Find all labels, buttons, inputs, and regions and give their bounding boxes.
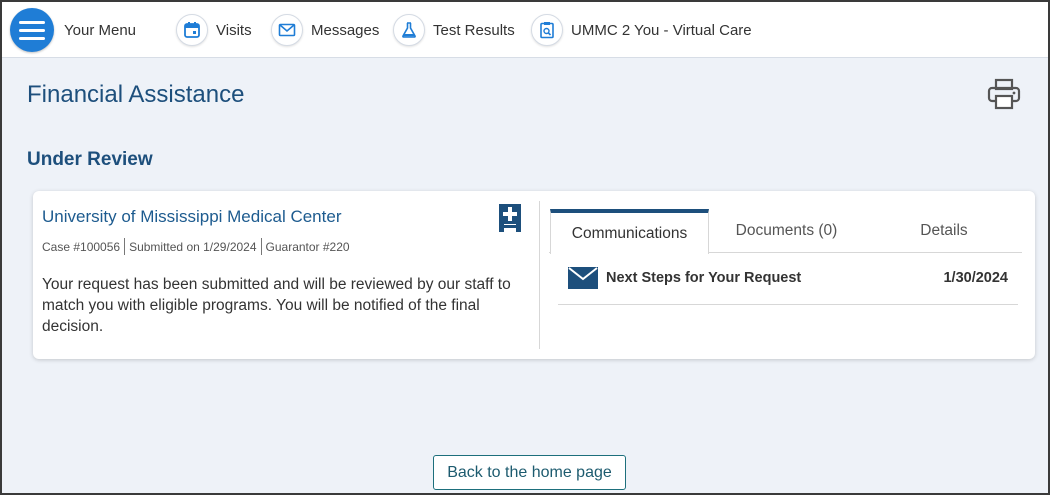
nav-item-label: UMMC 2 You - Virtual Care [571, 21, 752, 39]
tab-documents[interactable]: Documents (0) [719, 209, 854, 253]
nav-item-label: Visits [216, 21, 252, 39]
nav-item-virtual-care[interactable]: UMMC 2 You - Virtual Care [531, 2, 752, 58]
organization-name: University of Mississippi Medical Center [42, 207, 342, 226]
top-nav-bar: Your Menu Visits Messages Test Results U… [2, 2, 1048, 58]
communication-date: 1/30/2024 [943, 270, 1008, 286]
your-menu-label: Your Menu [64, 21, 136, 39]
calendar-icon [176, 14, 208, 46]
tab-details[interactable]: Details [904, 209, 984, 253]
tab-bar: Communications Documents (0) Details [549, 209, 1022, 254]
communication-title: Next Steps for Your Request [606, 270, 802, 286]
envelope-icon [271, 14, 303, 46]
communication-row[interactable]: Next Steps for Your Request 1/30/2024 [558, 261, 1018, 305]
case-description: Your request has been submitted and will… [42, 276, 511, 335]
meta-divider [124, 238, 126, 255]
hamburger-icon [19, 20, 45, 24]
submitted-date: Submitted on 1/29/2024 [129, 239, 257, 254]
hamburger-icon-bar [19, 28, 45, 32]
nav-item-messages[interactable]: Messages [271, 2, 379, 58]
flask-icon [393, 14, 425, 46]
case-meta: Case #100056 Submitted on 1/29/2024 Guar… [42, 238, 350, 255]
back-to-home-button[interactable]: Back to the home page [433, 455, 626, 490]
hamburger-menu-button[interactable] [10, 8, 54, 52]
hamburger-icon-bar [19, 36, 45, 40]
tab-communications[interactable]: Communications [550, 209, 709, 254]
nav-item-label: Messages [311, 21, 380, 39]
envelope-icon [568, 267, 598, 289]
card-divider [539, 201, 540, 349]
hospital-icon [497, 203, 525, 233]
page-title: Financial Assistance [27, 81, 245, 108]
section-title: Under Review [27, 149, 153, 170]
guarantor-number: Guarantor #220 [265, 239, 350, 254]
case-number: Case #100056 [42, 239, 121, 254]
printer-icon[interactable] [987, 78, 1021, 110]
nav-item-test-results[interactable]: Test Results [393, 2, 515, 58]
meta-divider [260, 238, 262, 255]
clipboard-search-icon [531, 14, 563, 46]
nav-item-visits[interactable]: Visits [176, 2, 252, 58]
nav-item-label: Test Results [433, 21, 515, 39]
case-card: University of Mississippi Medical Center… [33, 191, 1035, 359]
your-menu-link[interactable]: Your Menu [64, 2, 136, 58]
